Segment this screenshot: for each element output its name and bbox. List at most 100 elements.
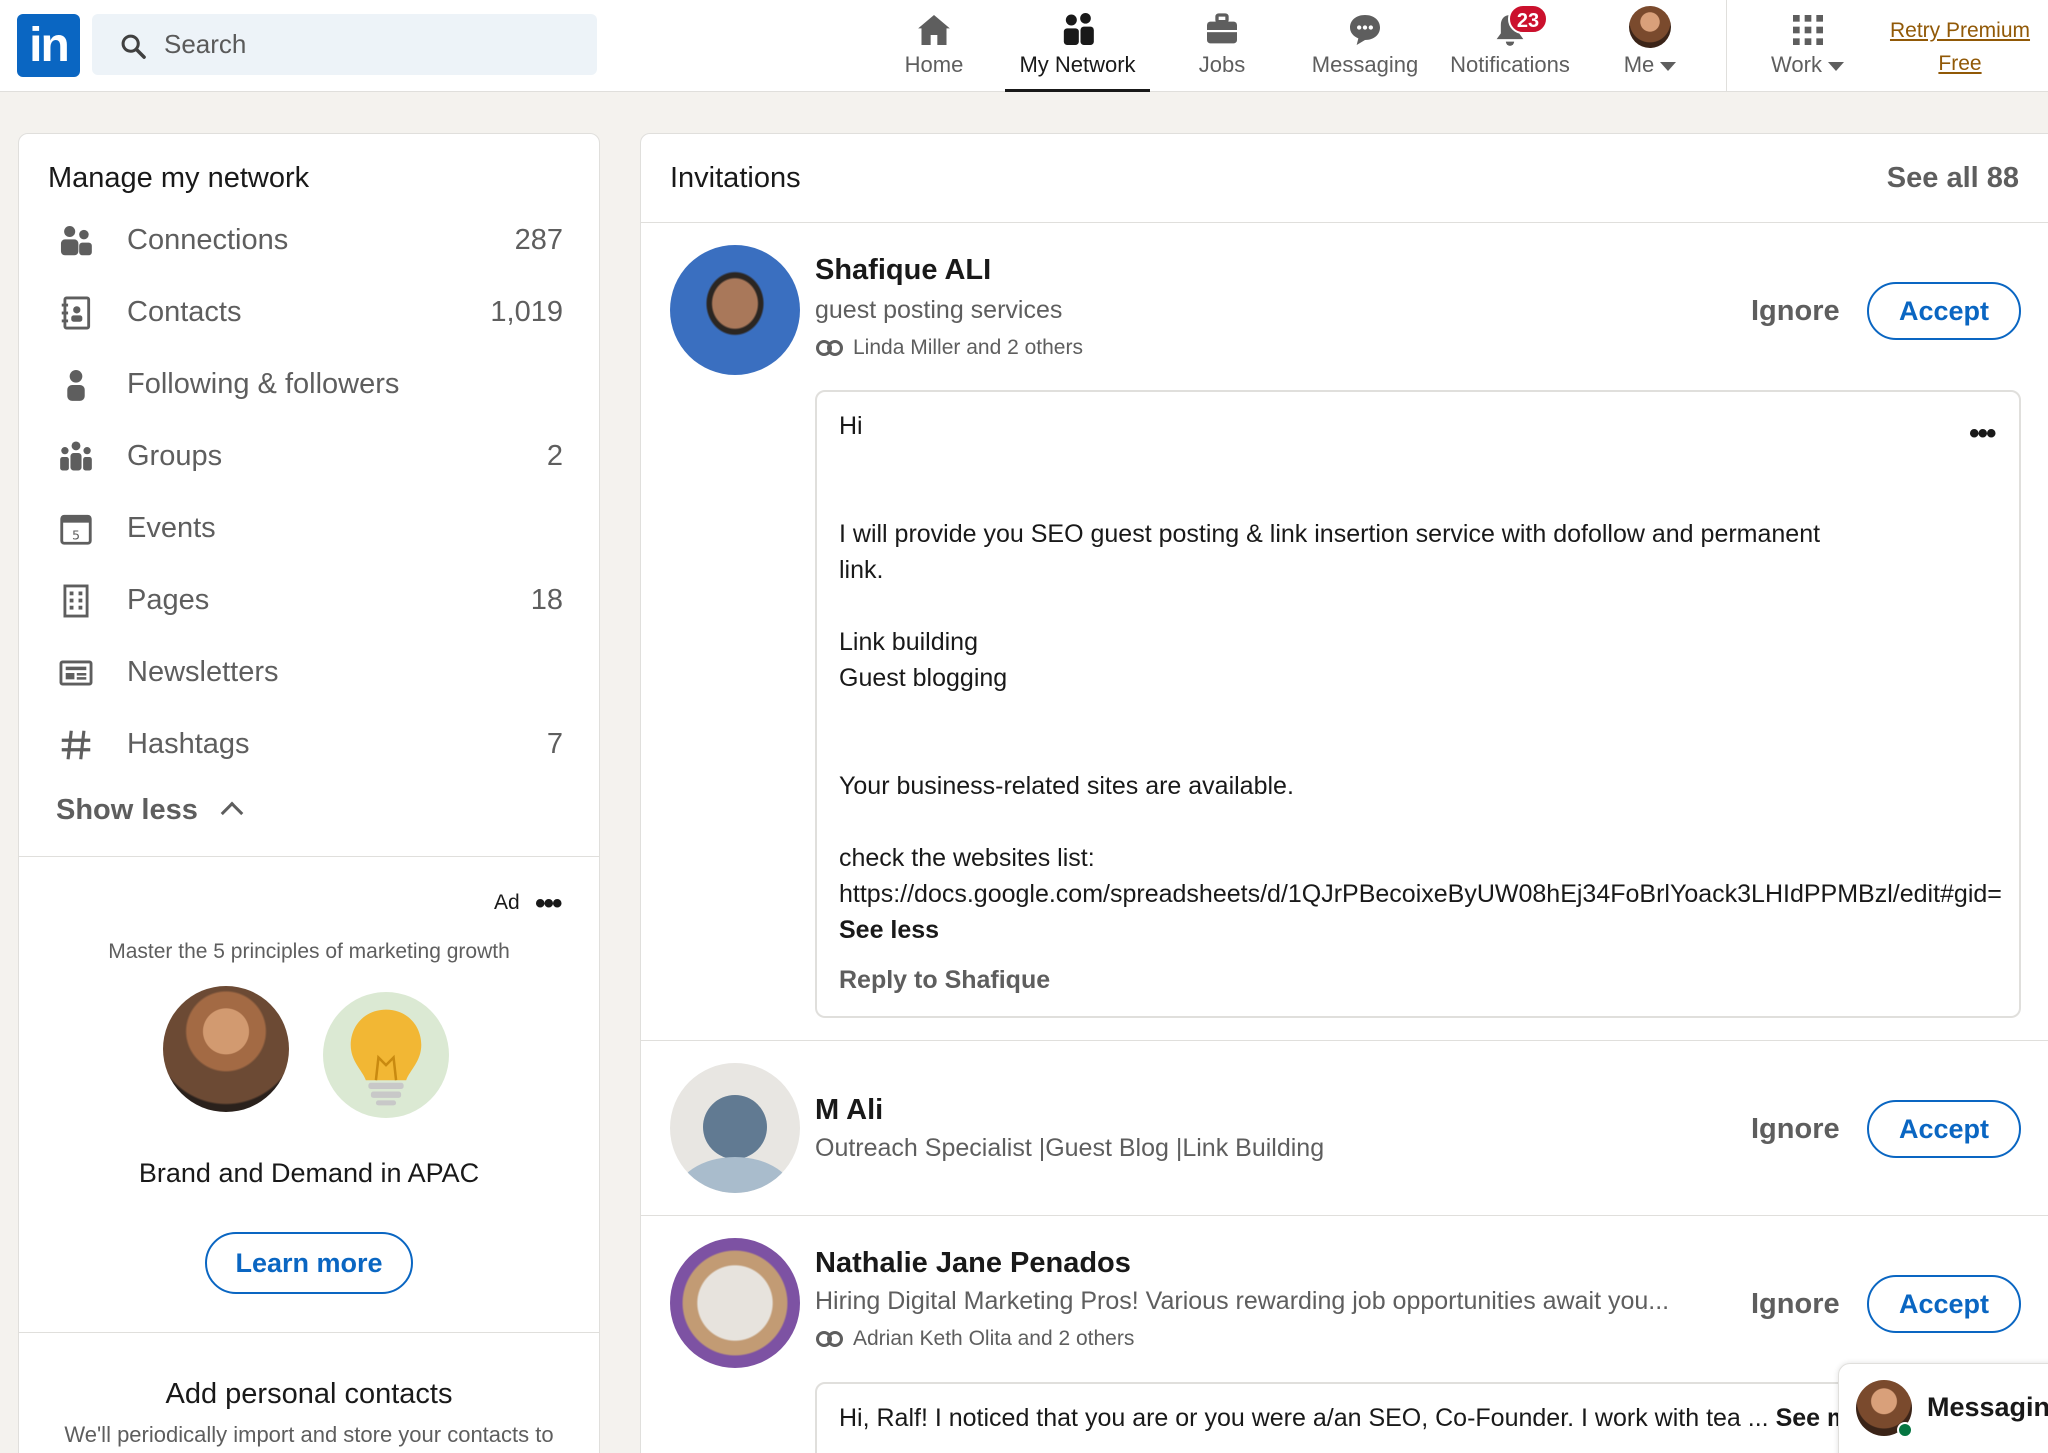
ignore-button[interactable]: Ignore — [1751, 1113, 1840, 1146]
manage-network-card: Manage my network Connections 287 Contac… — [18, 133, 600, 1453]
nav-work-label: Work — [1771, 52, 1822, 77]
invitation-name[interactable]: Shafique ALI — [815, 254, 991, 287]
divider — [641, 1040, 2048, 1041]
show-less-label: Show less — [56, 794, 198, 826]
more-options-icon[interactable]: ••• — [535, 889, 562, 919]
message-link[interactable]: https://docs.google.com/spreadsheets/d/1… — [839, 880, 2002, 909]
nav-messaging[interactable]: Messaging — [1305, 0, 1425, 92]
sidebar-item-newsletters[interactable]: Newsletters — [19, 636, 599, 708]
avatar-placeholder-head — [703, 1095, 767, 1159]
search-box[interactable] — [92, 14, 597, 75]
avatar — [1629, 6, 1671, 48]
building-icon — [63, 584, 89, 618]
ad-label: Ad — [494, 891, 520, 914]
nav-my-network[interactable]: My Network — [1005, 0, 1150, 92]
notification-badge: 23 — [1508, 4, 1548, 34]
mutual-connections-icon — [816, 1331, 843, 1348]
nav-notifications[interactable]: 23 Notifications — [1440, 0, 1580, 92]
message-line: Hi — [839, 412, 863, 440]
sidebar-item-contacts[interactable]: Contacts 1,019 — [19, 276, 599, 348]
invitations-card: Invitations See all 88 Shafique ALI gues… — [640, 133, 2048, 1453]
chevron-up-icon — [220, 801, 244, 825]
sidebar-item-following[interactable]: Following & followers — [19, 348, 599, 420]
avatar[interactable] — [670, 1063, 800, 1193]
message-preview: Hi, Ralf! I noticed that you are or you … — [839, 1404, 1769, 1432]
invitation-headline: guest posting services — [815, 296, 1063, 324]
svg-text:5: 5 — [72, 527, 80, 542]
retry-premium-link[interactable]: Retry Premium Free — [1870, 14, 2048, 80]
ad-brand: Brand and Demand in APAC — [138, 1158, 480, 1188]
message-line: link. — [839, 556, 884, 584]
ignore-button[interactable]: Ignore — [1751, 1288, 1840, 1321]
invitation-name[interactable]: M Ali — [815, 1094, 883, 1127]
sidebar-item-label: Groups — [127, 440, 223, 472]
nav-work-label-wrap: Work — [1760, 52, 1855, 78]
nav-me-label: Me — [1623, 52, 1655, 77]
message-line: Link building — [839, 628, 978, 656]
divider — [641, 1215, 2048, 1216]
premium-line-1: Retry Premium — [1889, 19, 2031, 42]
add-contacts-subtitle: We'll periodically import and store your… — [64, 1422, 554, 1447]
sidebar-item-label: Pages — [127, 584, 210, 616]
person-icon — [67, 369, 85, 401]
sidebar-item-groups[interactable]: Groups 2 — [19, 420, 599, 492]
nav-home[interactable]: Home — [892, 0, 976, 92]
show-less-button[interactable]: Show less — [56, 794, 244, 827]
top-navigation-bar: in Home My Network Jobs — [0, 0, 2048, 92]
accept-button[interactable]: Accept — [1867, 1100, 2021, 1158]
sidebar-item-pages[interactable]: Pages 18 — [19, 564, 599, 636]
chevron-down-icon — [1827, 61, 1844, 71]
add-contacts-title: Add personal contacts — [165, 1378, 453, 1410]
avatar[interactable] — [670, 245, 800, 375]
contact-book-icon — [61, 296, 91, 330]
divider — [641, 222, 2048, 223]
ad-person-image — [163, 986, 289, 1112]
chat-icon — [1350, 15, 1380, 45]
nav-messaging-label: Messaging — [1311, 52, 1419, 77]
invitation-headline: Outreach Specialist |Guest Blog |Link Bu… — [815, 1134, 1325, 1162]
message-line: check the websites list: — [839, 844, 1095, 872]
see-less-button[interactable]: See less — [839, 916, 939, 945]
mutual-text: Adrian Keth Olita and 2 others — [853, 1327, 1135, 1350]
avatar[interactable] — [670, 1238, 800, 1368]
linkedin-logo[interactable]: in — [17, 14, 80, 77]
reply-button[interactable]: Reply to Shafique — [839, 966, 1050, 995]
newspaper-icon — [59, 660, 93, 686]
sidebar-item-label: Connections — [127, 224, 289, 256]
nav-me[interactable]: Me — [1615, 0, 1685, 92]
nav-home-label: Home — [904, 52, 964, 77]
sidebar-item-events[interactable]: 5 Events — [19, 492, 599, 564]
mutual-connections-icon — [816, 340, 843, 357]
group-icon — [60, 441, 92, 471]
message-line: Guest blogging — [839, 664, 1008, 692]
sidebar-item-count: 2 — [546, 440, 563, 472]
nav-work[interactable]: Work — [1760, 0, 1855, 92]
messaging-overlay[interactable]: Messaging — [1838, 1363, 2048, 1453]
accept-button[interactable]: Accept — [1867, 1275, 2021, 1333]
premium-line-2: Free — [1938, 52, 1982, 75]
learn-more-button[interactable]: Learn more — [205, 1232, 413, 1294]
accept-button[interactable]: Accept — [1867, 282, 2021, 340]
mutual-text: Linda Miller and 2 others — [853, 336, 1083, 359]
calendar-icon: 5 — [60, 514, 92, 545]
nav-divider — [1726, 0, 1727, 92]
nav-jobs[interactable]: Jobs — [1182, 0, 1262, 92]
mutual-connections[interactable]: Linda Miller and 2 others — [815, 336, 1083, 360]
search-input[interactable] — [164, 14, 584, 75]
online-status-dot — [1897, 1422, 1913, 1438]
sidebar-item-connections[interactable]: Connections 287 — [19, 204, 599, 276]
ad-headline: Master the 5 principles of marketing gro… — [108, 940, 510, 963]
sidebar-item-hashtags[interactable]: Hashtags 7 — [19, 708, 599, 780]
grid-icon — [1792, 15, 1823, 45]
mutual-connections[interactable]: Adrian Keth Olita and 2 others — [815, 1327, 1134, 1351]
sidebar-item-label: Hashtags — [127, 728, 250, 760]
more-options-icon[interactable]: ••• — [1969, 419, 1996, 449]
invitation-message: ••• Hi I will provide you SEO guest post… — [815, 390, 2021, 1018]
ignore-button[interactable]: Ignore — [1751, 295, 1840, 328]
search-icon — [121, 34, 146, 59]
sidebar-item-count: 7 — [546, 728, 563, 760]
see-all-link[interactable]: See all 88 — [1887, 162, 2019, 195]
avatar-placeholder-body — [675, 1157, 795, 1193]
lightbulb-icon — [323, 992, 449, 1118]
invitation-name[interactable]: Nathalie Jane Penados — [815, 1247, 1131, 1280]
